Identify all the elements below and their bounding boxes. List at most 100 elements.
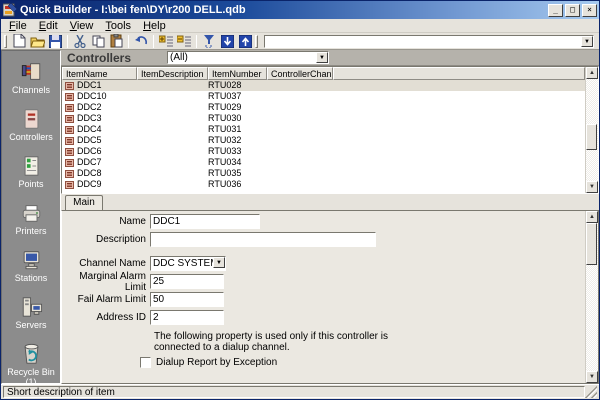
copy-button[interactable] bbox=[89, 34, 107, 49]
fail-alarm-limit-field[interactable] bbox=[150, 292, 224, 307]
item-number: RTU037 bbox=[208, 91, 267, 102]
table-row[interactable]: DDC5 RTU032 bbox=[62, 135, 585, 146]
tab-main[interactable]: Main bbox=[65, 195, 103, 210]
points-icon bbox=[20, 155, 43, 177]
toolbar-separator bbox=[128, 35, 129, 48]
resize-grip[interactable] bbox=[585, 386, 597, 398]
item-channel bbox=[267, 135, 333, 146]
table-row[interactable]: DDC4 RTU031 bbox=[62, 124, 585, 135]
form-scroll-thumb[interactable] bbox=[586, 223, 597, 265]
column-header-itemname[interactable]: ItemName bbox=[62, 67, 137, 80]
form-scroll-track[interactable] bbox=[586, 223, 598, 371]
maximize-button[interactable]: □ bbox=[565, 4, 580, 17]
sidebar: Channels Controllers Points bbox=[1, 50, 61, 384]
save-button[interactable] bbox=[46, 34, 64, 49]
controller-item-icon bbox=[65, 115, 74, 123]
controller-item-icon bbox=[65, 181, 74, 189]
description-label: Description bbox=[62, 234, 150, 245]
toolbar: ▼ bbox=[1, 33, 599, 50]
paste-clipboard-icon bbox=[110, 34, 123, 48]
window-title: Quick Builder - I:\bei fen\DY\r200 DELL.… bbox=[20, 4, 546, 16]
column-header-itemdescription[interactable]: ItemDescription bbox=[137, 67, 208, 80]
menu-bar: File Edit View Tools Help bbox=[1, 19, 599, 33]
filter-button[interactable] bbox=[200, 34, 218, 49]
filter-combobox[interactable]: (All) ▼ bbox=[167, 51, 329, 64]
marginal-alarm-limit-field[interactable] bbox=[150, 274, 224, 289]
app-icon[interactable] bbox=[3, 3, 17, 17]
form-scrollbar[interactable]: ▲ ▼ bbox=[585, 211, 598, 383]
sidebar-item-servers[interactable]: Servers bbox=[3, 296, 59, 330]
table-row[interactable]: DDC7 RTU034 bbox=[62, 157, 585, 168]
add-item-button[interactable] bbox=[157, 34, 175, 49]
menu-tools[interactable]: Tools bbox=[99, 20, 137, 32]
item-description bbox=[137, 113, 208, 124]
item-description bbox=[137, 146, 208, 157]
table-row[interactable]: DDC2 RTU029 bbox=[62, 102, 585, 113]
channel-name-value: DDC SYSTEM bbox=[151, 257, 213, 270]
property-tabstrip: Main bbox=[61, 194, 599, 210]
controller-item-icon bbox=[65, 126, 74, 134]
remove-item-button[interactable] bbox=[175, 34, 193, 49]
item-channel bbox=[267, 80, 333, 91]
scroll-up-icon[interactable]: ▲ bbox=[586, 67, 598, 79]
close-button[interactable]: × bbox=[582, 4, 597, 17]
minimize-button[interactable]: _ bbox=[548, 4, 563, 17]
menu-file[interactable]: File bbox=[3, 20, 33, 32]
sidebar-item-stations[interactable]: Stations bbox=[3, 249, 59, 283]
controllers-icon bbox=[20, 108, 43, 130]
menu-view[interactable]: View bbox=[64, 20, 100, 32]
item-channel bbox=[267, 91, 333, 102]
cut-button[interactable] bbox=[71, 34, 89, 49]
item-channel bbox=[267, 113, 333, 124]
item-name: DDC9 bbox=[77, 179, 102, 190]
menu-edit[interactable]: Edit bbox=[33, 20, 64, 32]
item-channel bbox=[267, 102, 333, 113]
table-row[interactable]: DDC9 RTU036 bbox=[62, 179, 585, 190]
menu-help[interactable]: Help bbox=[137, 20, 172, 32]
paste-button[interactable] bbox=[107, 34, 125, 49]
item-number: RTU033 bbox=[208, 146, 267, 157]
save-floppy-icon bbox=[49, 35, 62, 48]
dialup-checkbox-row: Dialup Report by Exception bbox=[140, 357, 585, 368]
table-row[interactable]: DDC10 RTU037 bbox=[62, 91, 585, 102]
address-id-field[interactable] bbox=[150, 310, 224, 325]
open-button[interactable] bbox=[28, 34, 46, 49]
sidebar-item-points[interactable]: Points bbox=[3, 155, 59, 189]
list-scroll-thumb[interactable] bbox=[586, 124, 597, 150]
controller-item-icon bbox=[65, 104, 74, 112]
controller-item-icon bbox=[65, 170, 74, 178]
column-header-controllerchannel[interactable]: ControllerChann... bbox=[267, 67, 333, 80]
chevron-down-icon[interactable]: ▼ bbox=[213, 257, 225, 268]
upload-button[interactable] bbox=[236, 34, 254, 49]
sidebar-item-channels[interactable]: Channels bbox=[3, 61, 59, 95]
printers-icon bbox=[20, 202, 43, 224]
table-row[interactable]: DDC8 RTU035 bbox=[62, 168, 585, 179]
undo-button[interactable] bbox=[132, 34, 150, 49]
description-field[interactable] bbox=[150, 232, 376, 247]
chevron-down-icon[interactable]: ▼ bbox=[316, 52, 328, 63]
sidebar-item-printers[interactable]: Printers bbox=[3, 202, 59, 236]
table-row[interactable]: DDC6 RTU033 bbox=[62, 146, 585, 157]
scroll-up-icon[interactable]: ▲ bbox=[586, 211, 598, 223]
new-button[interactable] bbox=[10, 34, 28, 49]
list-scrollbar[interactable]: ▲ ▼ bbox=[585, 67, 598, 193]
dialup-checkbox[interactable] bbox=[140, 357, 151, 368]
toolbar-combobox[interactable]: ▼ bbox=[264, 35, 594, 48]
scroll-down-icon[interactable]: ▼ bbox=[586, 181, 598, 193]
download-button[interactable] bbox=[218, 34, 236, 49]
table-row[interactable]: DDC1 RTU028 bbox=[62, 80, 585, 91]
list-scroll-track[interactable] bbox=[586, 79, 598, 181]
item-description bbox=[137, 157, 208, 168]
chevron-down-icon[interactable]: ▼ bbox=[581, 36, 593, 47]
copy-icon bbox=[92, 35, 105, 48]
scroll-down-icon[interactable]: ▼ bbox=[586, 371, 598, 383]
name-field[interactable] bbox=[150, 214, 260, 229]
column-header-itemnumber[interactable]: ItemNumber bbox=[208, 67, 267, 80]
item-channel bbox=[267, 157, 333, 168]
item-description bbox=[137, 124, 208, 135]
sidebar-item-recycle-bin[interactable]: Recycle Bin (1) bbox=[3, 343, 59, 384]
table-row[interactable]: DDC3 RTU030 bbox=[62, 113, 585, 124]
item-description bbox=[137, 179, 208, 190]
sidebar-item-controllers[interactable]: Controllers bbox=[3, 108, 59, 142]
channel-name-combobox[interactable]: DDC SYSTEM ▼ bbox=[150, 256, 226, 271]
